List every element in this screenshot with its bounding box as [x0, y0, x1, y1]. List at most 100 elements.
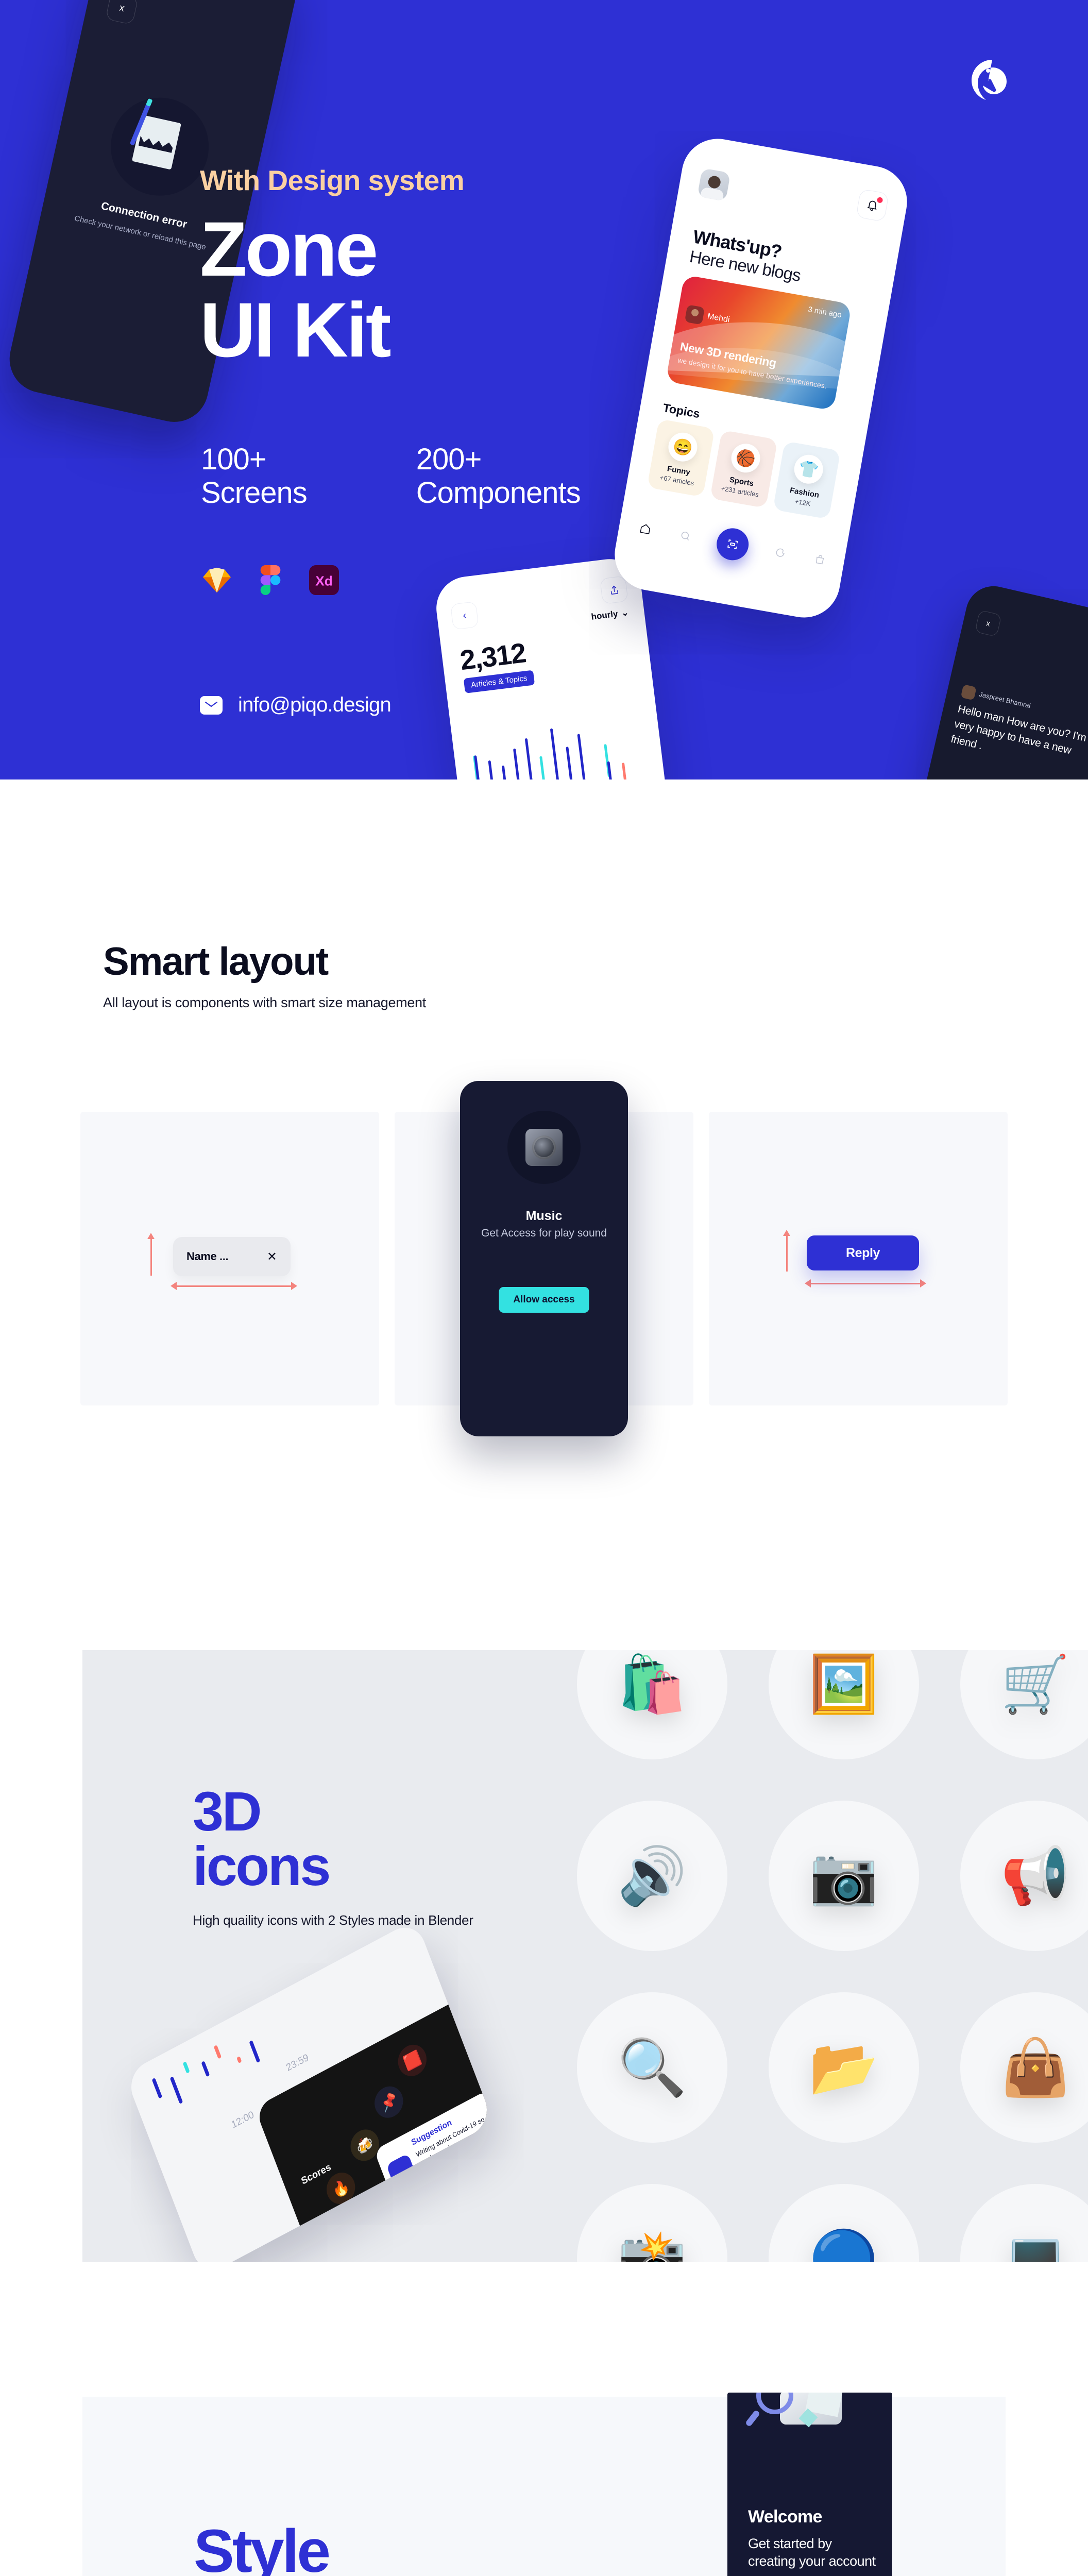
welcome-card: Welcome Get started by creating your acc…	[727, 2393, 892, 2576]
mini-bar	[182, 2061, 190, 2074]
reply-button[interactable]: Reply	[807, 1235, 919, 1270]
icon-bubble: 💻	[960, 2184, 1088, 2262]
camera-3d-icon[interactable]: 📷	[748, 1780, 940, 1972]
hero-title-line1: Zone	[200, 205, 378, 292]
icon-bubble: 📂	[769, 1992, 919, 2143]
camera-dark-3d-icon[interactable]: 📸	[556, 2163, 748, 2262]
layout-demo-cards: Name ... ✕ Music Get Access for play sou…	[80, 1081, 1008, 1436]
allow-access-button[interactable]: Allow access	[499, 1287, 589, 1313]
contact-email[interactable]: info@piqo.design	[200, 693, 392, 717]
sketch-icon[interactable]	[201, 564, 233, 596]
search-icon[interactable]	[675, 526, 695, 546]
bag-icon[interactable]	[810, 550, 830, 570]
fashion-emoji-icon: 👕	[792, 452, 826, 486]
adobe-xd-icon[interactable]: Xd	[308, 564, 340, 596]
range-selector[interactable]: hourly ⌄	[591, 607, 630, 622]
figma-icon[interactable]	[254, 564, 286, 596]
avatar[interactable]	[697, 168, 731, 201]
shopping-bag-3d-icon[interactable]: 🛍️	[556, 1650, 748, 1780]
icon-bubble: 📸	[577, 2184, 727, 2262]
icons-description: High quaility icons with 2 Styles made i…	[193, 1912, 473, 1928]
tablet-mockup-scores: 12:00 23:59 Scores 🔥 🍻 📌 🟥 Suggestion Wr…	[124, 1919, 494, 2262]
bell-icon[interactable]	[856, 189, 889, 222]
speaker-3d-icon	[507, 1111, 581, 1184]
icon-bubble: 📢	[960, 1801, 1088, 1951]
icon-bubble: 👜	[960, 1992, 1088, 2143]
icon-bubble: 🛒	[960, 1650, 1088, 1759]
share-icon[interactable]	[600, 575, 628, 605]
mini-bar	[213, 2044, 222, 2059]
music-subtitle: Get Access for play sound	[481, 1227, 607, 1239]
resize-arrow-vertical	[783, 1230, 790, 1272]
folder-3d-icon[interactable]: 📂	[748, 1972, 940, 2163]
search-3d-icon[interactable]: 🔍	[556, 1972, 748, 2163]
icons-3d-section: 🛍️ 🖼️ 🛒 🔊 📷 📢 🔍 📂 👜 📸 🔵 💻 3D icons High quaility ic…	[0, 1601, 1088, 2262]
close-icon[interactable]: ✕	[267, 1249, 277, 1264]
home-icon[interactable]	[635, 519, 655, 539]
welcome-heading: Welcome	[748, 2507, 822, 2527]
hero-stats: 100+ Screens 200+ Components	[201, 443, 581, 510]
piqo-peacock-logo-icon[interactable]	[968, 57, 1016, 104]
bag-light-3d-icon[interactable]: 👜	[940, 1972, 1088, 2163]
bar-chart	[465, 695, 654, 779]
chevron-down-icon: ⌄	[621, 607, 630, 618]
circle-3d-icon-glyph: 🔵	[809, 2228, 879, 2263]
speaker-light-3d-icon[interactable]: 📢	[940, 1780, 1088, 1972]
topics-label: Topics	[661, 401, 701, 421]
blog-card[interactable]: 3 min ago Mehdi New 3D rendering we desi…	[666, 275, 852, 411]
chevron-left-icon[interactable]: ‹	[450, 601, 479, 630]
icons-title: 3D icons	[193, 1784, 522, 1894]
funny-emoji-icon: 😄	[666, 430, 700, 464]
input-placeholder: Name ...	[186, 1250, 229, 1263]
suggestion-icon	[386, 2153, 417, 2189]
tool-logos: Xd	[201, 564, 340, 596]
chat-icon[interactable]	[770, 543, 790, 563]
email-address: info@piqo.design	[238, 693, 392, 716]
demo-card-reply: Reply	[709, 1112, 1008, 1405]
page-title: Zone UI Kit	[200, 209, 664, 373]
topic-card-fashion[interactable]: 👕 Fashion +12K	[773, 440, 841, 519]
stat-number: 200+	[416, 443, 482, 476]
close-button[interactable]: x	[974, 609, 1002, 637]
close-button[interactable]: x	[105, 0, 139, 25]
mini-bar	[151, 2077, 163, 2099]
bag-light-3d-icon-glyph: 👜	[1000, 2036, 1070, 2098]
icons-title-line2: icons	[193, 1834, 331, 1897]
scores-panel: Scores 🔥 🍻 📌 🟥 Suggestion Writing about …	[254, 1994, 494, 2258]
folder-3d-icon-glyph: 📂	[809, 2036, 879, 2098]
blog-card-time: 3 min ago	[807, 305, 843, 320]
blog-card-avatar	[684, 304, 705, 325]
mini-bar	[249, 2040, 261, 2063]
music-title: Music	[525, 1209, 563, 1223]
style-title: Style	[194, 2517, 331, 2576]
circle-3d-icon[interactable]: 🔵	[748, 2163, 940, 2262]
shopping-bag-3d-icon-glyph: 🛍️	[617, 1653, 687, 1715]
scan-fab-icon[interactable]	[714, 526, 752, 563]
stat-label: Screens	[201, 476, 308, 510]
speaker-3d-icon-glyph: 🔊	[617, 1844, 687, 1907]
name-input-field[interactable]: Name ... ✕	[173, 1237, 291, 1276]
stat-screens: 100+ Screens	[201, 443, 308, 510]
demo-card-music: Music Get Access for play sound Allow ac…	[395, 1081, 693, 1436]
blog-card-author: Mehdi	[706, 312, 730, 325]
icon-bubble: 🔊	[577, 1801, 727, 1951]
chat-avatar	[960, 684, 977, 701]
smart-layout-section: Smart layout All layout is components wi…	[0, 779, 1088, 1521]
resize-arrow-horizontal	[805, 1279, 926, 1287]
camera-3d-icon-glyph: 📷	[809, 1844, 879, 1907]
svg-text:Xd: Xd	[315, 573, 332, 588]
envelope-icon	[200, 696, 223, 715]
icon-bubble: 🛍️	[577, 1650, 727, 1759]
bottom-tab-bar	[634, 512, 831, 577]
icon-bubble: 🔍	[577, 1992, 727, 2143]
device-3d-icon[interactable]: 💻	[940, 2163, 1088, 2262]
device-3d-icon-glyph: 💻	[1000, 2228, 1070, 2263]
shopping-bag-light-3d-icon[interactable]: 🛒	[940, 1650, 1088, 1780]
topic-card-sports[interactable]: 🏀 Sports +231 articles	[709, 430, 778, 509]
broken-image-3d-icon[interactable]: 🖼️	[748, 1650, 940, 1780]
camera-dark-3d-icon-glyph: 📸	[617, 2228, 687, 2263]
hero-title-line2: UI Kit	[200, 286, 392, 373]
topic-card-funny[interactable]: 😄 Funny +67 articles	[647, 418, 715, 497]
phone-mockup-chat: x Jaspreet Bhamrai Hello man How are you…	[898, 581, 1088, 779]
speaker-3d-icon[interactable]: 🔊	[556, 1780, 748, 1972]
